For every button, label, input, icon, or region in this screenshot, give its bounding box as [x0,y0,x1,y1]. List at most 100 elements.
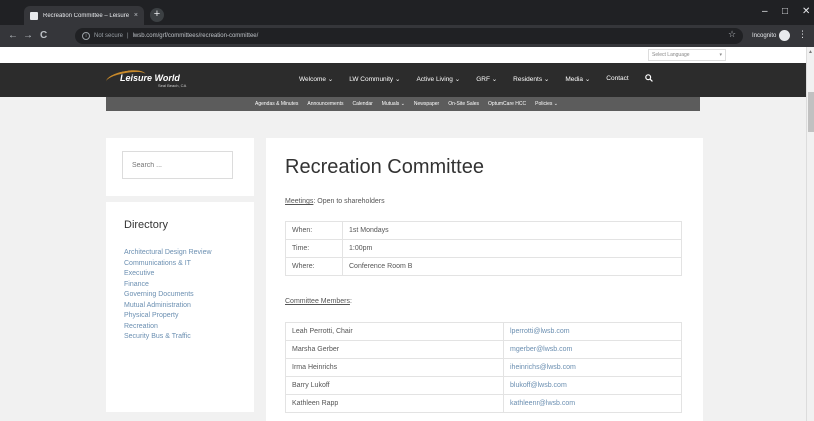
back-icon[interactable]: ← [8,30,18,42]
tab-close-icon[interactable]: × [134,12,138,19]
nav-item-contact[interactable]: Contact [606,75,628,84]
members-table: Leah Perrotti, Chair lperrotti@lwsb.com … [285,322,682,413]
site-logo[interactable]: Leisure World Seal Beach, CA [105,67,206,91]
directory-link[interactable]: Architectural Design Review [124,248,242,259]
members-colon: : [349,298,352,305]
maximize-button[interactable]: □ [782,6,788,17]
meetings-text: : Open to shareholders [313,198,385,205]
directory-link[interactable]: Governing Documents [124,290,242,301]
meetings-label: Meetings [285,198,314,205]
nav-item-media[interactable]: Media ⌄ [565,75,590,84]
members-label: Committee Members [285,298,350,305]
new-tab-button[interactable]: + [150,8,164,22]
logo-text: Leisure World [120,73,180,83]
meeting-value-cell: Conference Room B [342,257,682,276]
table-row: When: 1st Mondays [285,221,682,240]
meeting-value-cell: 1:00pm [342,239,682,258]
subnav-mutuals[interactable]: Mutuals ⌄ [382,101,405,107]
language-select-label: Select Language [652,52,690,58]
main-navigation: Leisure World Seal Beach, CA Welcome ⌄ L… [0,63,806,97]
meeting-value-cell: 1st Mondays [342,221,682,240]
url-separator: | [127,33,129,39]
subnav-on-site-sales[interactable]: On-Site Sales [448,101,479,107]
main-nav-items: Welcome ⌄ LW Community ⌄ Active Living ⌄… [299,74,653,84]
page-title: Recreation Committee [285,156,484,178]
scrollbar-thumb[interactable] [808,92,814,132]
incognito-indicator[interactable]: Incognito [752,30,791,41]
table-row: Marsha Gerber mgerber@lwsb.com [285,340,682,359]
member-name-cell: Kathleen Rapp [285,394,504,413]
url-bar[interactable]: i Not secure | lwsb.com/grf/committees/r… [75,28,743,44]
member-email-link[interactable]: kathleenr@lwsb.com [503,394,682,413]
meeting-label-cell: Time: [285,239,343,258]
subnav-announcements[interactable]: Announcements [307,101,343,107]
search-icon[interactable] [644,74,653,84]
subnav-agendas-minutes[interactable]: Agendas & Minutes [255,101,298,107]
chevron-down-icon: ▾ [719,52,722,58]
directory-link[interactable]: Recreation [124,322,242,333]
subnav-policies[interactable]: Policies ⌄ [535,101,558,107]
search-input[interactable] [122,151,233,179]
directory-list: Architectural Design Review Communicatio… [124,248,242,343]
search-widget [106,138,254,196]
member-name-cell: Barry Lukoff [285,376,504,395]
bookmark-star-icon[interactable]: ☆ [728,29,736,40]
reload-icon[interactable]: C [40,30,47,42]
language-bar: Select Language ▾ [0,47,806,63]
page-scrollbar[interactable]: ▲ [806,47,814,421]
nav-item-active-living[interactable]: Active Living ⌄ [416,75,460,84]
directory-link[interactable]: Security Bus & Traffic [124,332,242,343]
member-name-cell: Leah Perrotti, Chair [285,322,504,341]
nav-item-welcome[interactable]: Welcome ⌄ [299,75,333,84]
directory-title: Directory [124,219,169,231]
meeting-info-table: When: 1st Mondays Time: 1:00pm Where: Co… [285,221,682,276]
member-email-link[interactable]: blukoff@lwsb.com [503,376,682,395]
subnav-calendar[interactable]: Calendar [353,101,373,107]
language-select[interactable]: Select Language ▾ [648,49,726,61]
incognito-icon [779,30,791,41]
table-row: Leah Perrotti, Chair lperrotti@lwsb.com [285,322,682,341]
member-email-link[interactable]: iheinrichs@lwsb.com [503,358,682,377]
nav-item-lw-community[interactable]: LW Community ⌄ [349,75,400,84]
nav-item-grf[interactable]: GRF ⌄ [476,75,497,84]
page-viewport: Select Language ▾ Leisure World Seal Bea… [0,47,806,421]
directory-link[interactable]: Physical Property [124,311,242,322]
member-email-link[interactable]: mgerber@lwsb.com [503,340,682,359]
scroll-up-icon[interactable]: ▲ [808,49,813,55]
meeting-label-cell: When: [285,221,343,240]
forward-icon[interactable]: → [23,30,33,42]
member-name-cell: Irma Heinrichs [285,358,504,377]
info-icon[interactable]: i [82,32,90,40]
table-row: Barry Lukoff blukoff@lwsb.com [285,376,682,395]
address-bar-area: ← → C i Not secure | lwsb.com/grf/commit… [0,25,814,47]
sub-nav-items: Agendas & Minutes Announcements Calendar… [255,101,558,107]
sub-navigation: Agendas & Minutes Announcements Calendar… [106,97,700,111]
url-text[interactable]: lwsb.com/grf/committees/recreation-commi… [133,33,259,39]
directory-link[interactable]: Executive [124,269,242,280]
browser-menu-icon[interactable]: ⋮ [798,29,807,40]
committee-members-heading: Committee Members: [285,298,352,305]
member-name-cell: Marsha Gerber [285,340,504,359]
subnav-newspaper[interactable]: Newspaper [414,101,439,107]
main-content: Recreation Committee Meetings: Open to s… [266,138,703,421]
favicon-icon [30,11,38,20]
tab-title: Recreation Committee – Leisure [43,12,129,19]
table-row: Where: Conference Room B [285,257,682,276]
meeting-label-cell: Where: [285,257,343,276]
directory-link[interactable]: Mutual Administration [124,301,242,312]
table-row: Time: 1:00pm [285,239,682,258]
member-email-link[interactable]: lperrotti@lwsb.com [503,322,682,341]
minimize-button[interactable]: – [762,6,768,17]
meetings-line: Meetings: Open to shareholders [285,198,385,205]
security-label: Not secure [94,33,124,39]
table-row: Irma Heinrichs iheinrichs@lwsb.com [285,358,682,377]
nav-item-residents[interactable]: Residents ⌄ [513,75,549,84]
directory-widget: Directory Architectural Design Review Co… [106,202,254,412]
close-window-button[interactable]: ✕ [802,6,810,17]
subnav-optumcare-hcc[interactable]: OptumCare HCC [488,101,526,107]
table-row: Kathleen Rapp kathleenr@lwsb.com [285,394,682,413]
browser-tab[interactable]: Recreation Committee – Leisure × [24,6,144,25]
directory-link[interactable]: Communications & IT [124,259,242,270]
logo-subtext: Seal Beach, CA [158,83,187,88]
directory-link[interactable]: Finance [124,280,242,291]
